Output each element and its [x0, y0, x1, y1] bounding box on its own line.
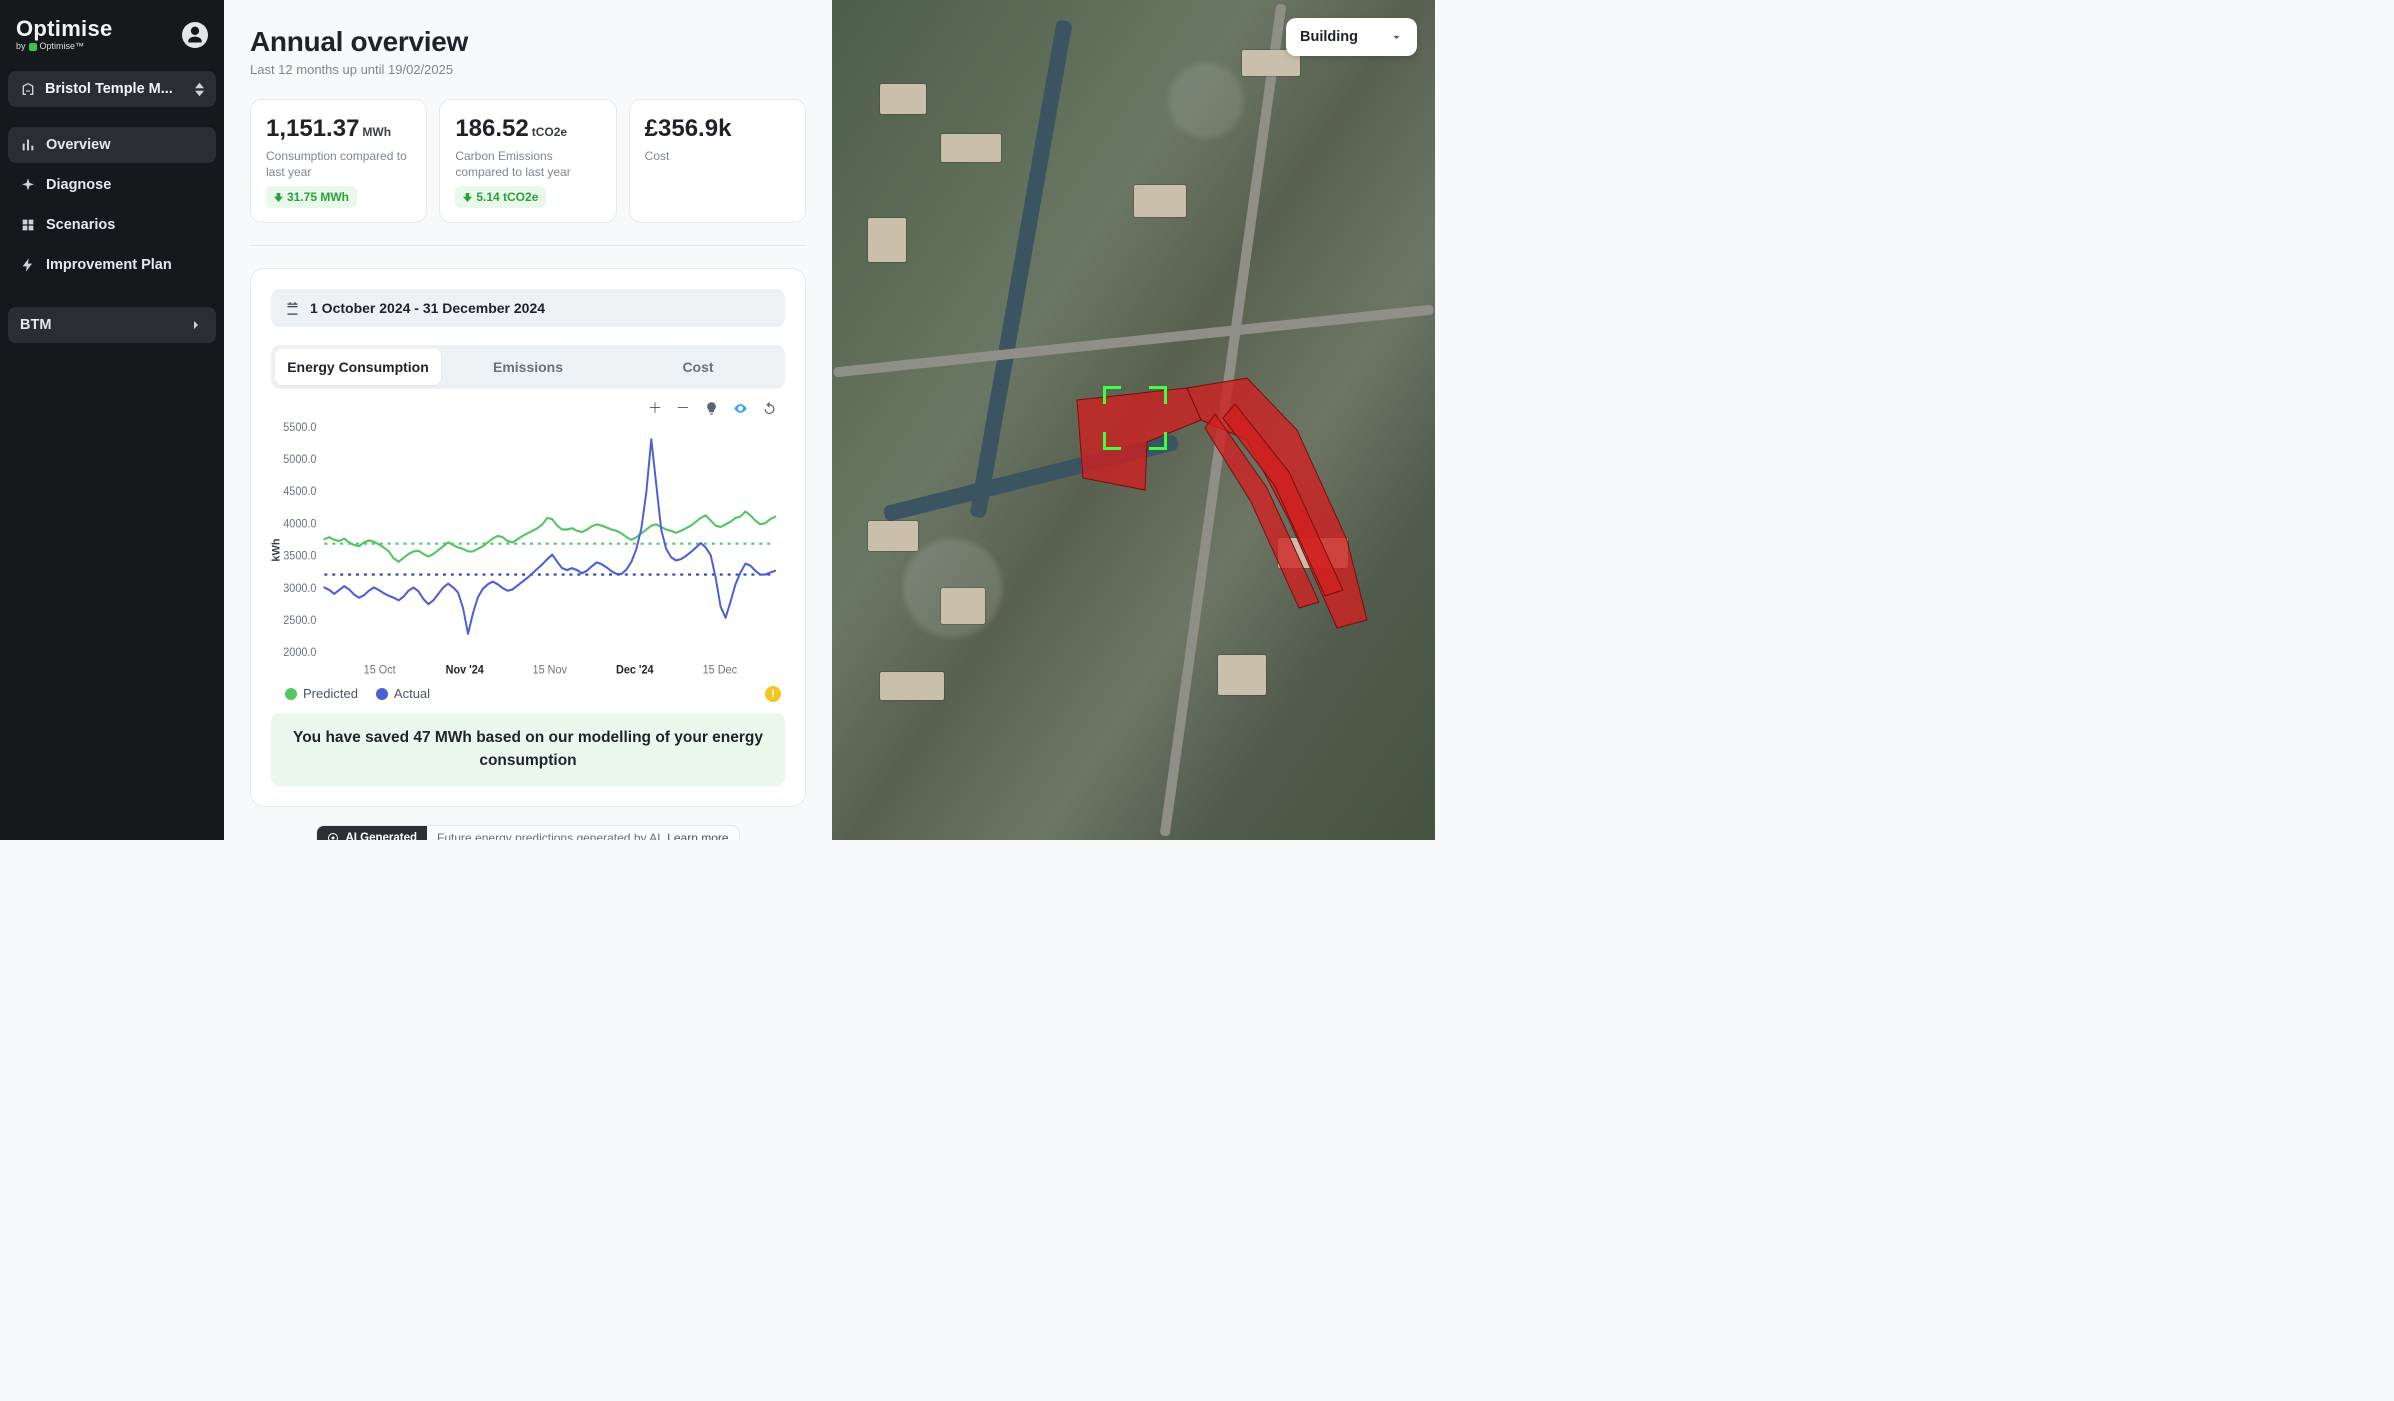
map-view[interactable]: Building — [832, 0, 1435, 840]
brand-name: Optimise — [16, 18, 113, 40]
lightning-icon — [20, 257, 36, 273]
nav-item-label: Improvement Plan — [46, 257, 172, 273]
date-range-label: 1 October 2024 - 31 December 2024 — [310, 300, 545, 316]
sidebar: Optimise by Optimise™ Bristol Temple M..… — [0, 0, 224, 840]
nav-item-label: Overview — [46, 137, 111, 153]
svg-text:15 Dec: 15 Dec — [703, 664, 738, 677]
kpi-value: £356.9k — [645, 115, 732, 142]
svg-text:Dec '24: Dec '24 — [616, 664, 654, 677]
chevron-right-icon — [188, 317, 204, 333]
svg-text:2500.0: 2500.0 — [283, 615, 316, 628]
ai-icon — [327, 832, 339, 840]
grid-icon — [20, 217, 36, 233]
zoom-out-icon[interactable]: － — [676, 401, 690, 418]
sparkle-icon — [20, 177, 36, 193]
svg-text:5500.0: 5500.0 — [283, 422, 316, 435]
svg-text:3500.0: 3500.0 — [283, 550, 316, 563]
secondary-nav: BTM — [8, 307, 216, 343]
ai-text: Future energy predictions generated by A… — [437, 831, 667, 840]
brand-block: Optimise by Optimise™ — [8, 18, 216, 51]
nav-item-label: Scenarios — [46, 217, 115, 233]
nav-item-label: Diagnose — [46, 177, 111, 193]
page-title: Annual overview — [250, 26, 806, 58]
y-axis-label: kWh — [271, 539, 283, 562]
kpi-cost: £356.9k Cost — [629, 99, 806, 223]
refresh-icon[interactable] — [762, 401, 777, 418]
date-range-picker[interactable]: 1 October 2024 - 31 December 2024 — [271, 289, 785, 327]
kpi-delta: 5.14 tCO2e — [455, 186, 546, 208]
svg-text:15 Nov: 15 Nov — [533, 664, 568, 677]
svg-text:3000.0: 3000.0 — [283, 583, 316, 596]
user-icon — [185, 25, 205, 45]
nav-improvement[interactable]: Improvement Plan — [8, 247, 216, 283]
arrow-down-icon — [463, 193, 472, 202]
site-selector[interactable]: Bristol Temple M... — [8, 71, 216, 107]
chart-legend: Predicted Actual ! — [271, 680, 785, 713]
chevron-down-icon — [1390, 31, 1403, 44]
brand-accent-dot — [29, 43, 37, 51]
tab-energy[interactable]: Energy Consumption — [275, 349, 441, 385]
svg-text:15 Oct: 15 Oct — [364, 664, 397, 677]
kpi-value: 1,151.37 — [266, 115, 359, 142]
kpi-desc: Cost — [645, 149, 790, 178]
page-subtitle: Last 12 months up until 19/02/2025 — [250, 62, 806, 77]
site-selector-label: Bristol Temple M... — [45, 81, 186, 97]
zoom-in-icon[interactable]: ＋ — [648, 401, 662, 418]
insight-icon[interactable] — [704, 401, 719, 418]
svg-text:4500.0: 4500.0 — [283, 486, 316, 499]
ai-learn-more-link[interactable]: Learn more — [667, 831, 728, 840]
user-avatar[interactable] — [182, 22, 208, 48]
svg-text:2000.0: 2000.0 — [283, 647, 316, 660]
map-building-highlight[interactable] — [1037, 370, 1397, 675]
bar-chart-icon — [20, 137, 36, 153]
map-layer-selector[interactable]: Building — [1286, 18, 1417, 56]
kpi-emissions: 186.52tCO2e Carbon Emissions compared to… — [439, 99, 616, 223]
nav-diagnose[interactable]: Diagnose — [8, 167, 216, 203]
chart-tabs: Energy Consumption Emissions Cost — [271, 345, 785, 389]
kpi-row: 1,151.37MWh Consumption compared to last… — [250, 99, 806, 223]
kpi-delta: 31.75 MWh — [266, 186, 357, 208]
nav-overview[interactable]: Overview — [8, 127, 216, 163]
chart-card: 1 October 2024 - 31 December 2024 Energy… — [250, 268, 806, 807]
primary-nav: Overview Diagnose Scenarios Improvement … — [8, 127, 216, 283]
content-panel: Annual overview Last 12 months up until … — [224, 0, 832, 840]
svg-text:Nov '24: Nov '24 — [446, 664, 485, 677]
kpi-consumption: 1,151.37MWh Consumption compared to last… — [250, 99, 427, 223]
tab-emissions[interactable]: Emissions — [445, 349, 611, 385]
nav-item-label: BTM — [20, 317, 51, 333]
building-icon — [20, 81, 36, 97]
kpi-desc: Consumption compared to last year — [266, 149, 411, 180]
updown-icon — [195, 82, 204, 97]
kpi-desc: Carbon Emissions compared to last year — [455, 149, 600, 180]
divider — [250, 245, 806, 246]
warning-badge[interactable]: ! — [765, 686, 781, 702]
visibility-icon[interactable] — [733, 401, 748, 418]
calendar-icon — [285, 301, 300, 316]
arrow-down-icon — [274, 193, 283, 202]
kpi-value: 186.52 — [455, 115, 528, 142]
legend-actual: Actual — [376, 686, 430, 701]
nav-scenarios[interactable]: Scenarios — [8, 207, 216, 243]
map-selector-label: Building — [1300, 29, 1358, 45]
nav-btm[interactable]: BTM — [8, 307, 216, 343]
legend-predicted: Predicted — [285, 686, 358, 701]
savings-banner: You have saved 47 MWh based on our model… — [271, 713, 785, 786]
ai-footer: AI Generated Future energy predictions g… — [250, 825, 806, 840]
svg-text:4000.0: 4000.0 — [283, 518, 316, 531]
chart-toolbar: ＋ － — [271, 397, 785, 418]
tab-cost[interactable]: Cost — [615, 349, 781, 385]
svg-text:5000.0: 5000.0 — [283, 454, 316, 467]
chart-area[interactable]: kWh 2000.0 2500.0 3000.0 3500.0 4000.0 4500.0… — [271, 420, 785, 680]
ai-badge: AI Generated — [317, 826, 427, 840]
